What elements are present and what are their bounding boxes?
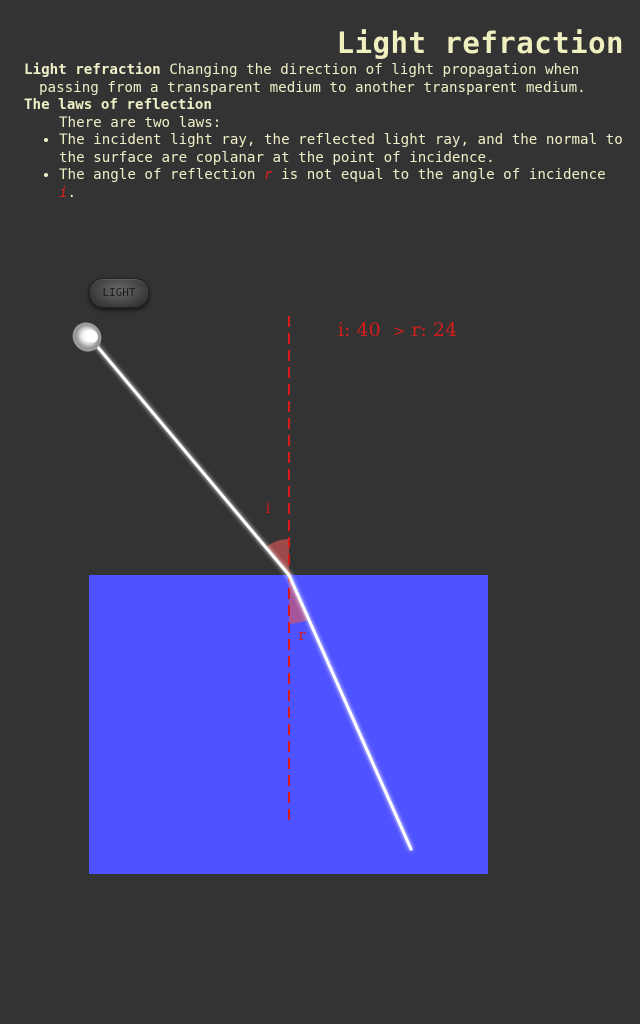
incident-ray: [90, 339, 291, 577]
readout-comparison: >: [392, 322, 406, 340]
readout-r-value: 24: [432, 319, 458, 341]
refraction-diagram: i r: [72, 316, 488, 874]
angle-r-label: r: [298, 626, 306, 644]
light-toggle-button[interactable]: LIGHT: [89, 278, 149, 308]
readout-i-value: 40: [356, 319, 381, 341]
readout-r-label: r:: [411, 319, 427, 341]
angle-i-label: i: [266, 499, 271, 517]
angle-readout: i: 40 > r: 24: [338, 319, 457, 341]
readout-i-label: i:: [338, 319, 351, 341]
